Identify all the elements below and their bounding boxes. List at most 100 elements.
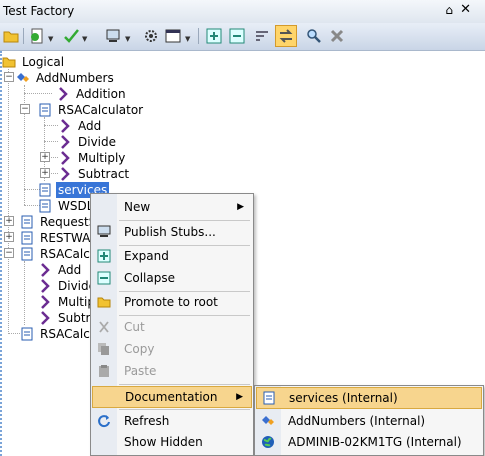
tree-node-rsacalculator[interactable]: RSACalculator [38,101,145,117]
tree-line [8,333,20,334]
operation-icon [41,262,50,277]
sort-icon[interactable] [253,27,271,45]
menu-item-label: New [124,200,151,214]
check-icon[interactable] [62,27,80,45]
tree-node-label: Add [58,262,82,277]
copy-icon [98,343,109,355]
document-icon [21,231,33,244]
tree-node-rsacalcu[interactable]: RSACalcu [20,325,99,341]
menu-item-documentation[interactable]: Documentation ▶ [92,386,252,408]
tree-node-label: Addition [76,86,126,101]
folder-icon [97,297,111,308]
tree-node-divide[interactable]: Divide [38,277,98,293]
collapse-icon [97,271,111,285]
menu-item-label: Show Hidden [124,435,203,449]
menu-separator [119,220,250,221]
expand-icon[interactable] [205,27,223,45]
menu-item-paste[interactable]: Paste [92,361,252,381]
document-icon [39,183,51,196]
expand-toggle[interactable]: + [40,152,50,162]
menu-item-label: ADMINIB-02KM1TG (Internal) [288,435,462,449]
folder-icon [2,57,16,67]
toolbar: ▼ ▼ ▼ ▼ [0,23,485,51]
tree-line [44,141,58,142]
paste-icon [99,365,109,377]
tree-node-restwa[interactable]: RESTWA [20,229,92,245]
menu-separator [119,409,250,410]
tree-node-divide[interactable]: Divide [58,133,118,149]
tree-node-subtract[interactable]: Subtract [58,165,131,181]
open-folder-icon[interactable] [2,27,20,45]
expand-toggle[interactable]: + [4,232,14,242]
tree-node-rsacalcu[interactable]: RSACalcu [20,245,99,261]
tree-node-addition[interactable]: Addition [56,85,128,101]
collapse-toggle[interactable]: − [20,104,30,114]
tree-node-wsdl[interactable]: WSDL [38,197,95,213]
menu-item-publish-stubs[interactable]: Publish Stubs... [92,222,252,242]
tree-node-add[interactable]: Add [58,117,103,133]
menu-item-collapse[interactable]: Collapse [92,268,252,288]
menu-item-label: Refresh [124,414,170,428]
tree-node-label: AddNumbers [36,70,114,85]
operation-icon [61,166,70,181]
operation-icon [59,86,68,101]
collapse-toggle[interactable]: − [4,72,14,82]
document-icon [21,327,33,340]
operation-icon [41,294,50,309]
tree-node-multiply[interactable]: Multiply [58,149,127,165]
sync-icon[interactable] [275,25,297,47]
document-icon [39,103,51,116]
search-icon[interactable] [305,27,323,45]
panel-title-bar: Test Factory ⌂ ✕ [0,0,485,24]
layout-icon[interactable] [164,27,182,45]
service-component-icon [262,416,274,425]
tree-node-request[interactable]: RequestS [20,213,98,229]
pin-icon[interactable]: ⌂ [445,3,453,17]
menu-item-label: Expand [124,249,169,263]
operation-icon [41,310,50,325]
menu-item-label: services (Internal) [289,391,398,405]
tree-node-label: Logical [22,54,65,69]
submenu-item-services[interactable]: services (Internal) [256,387,482,409]
tree-line [24,93,52,94]
menu-item-label: Promote to root [124,295,218,309]
menu-item-expand[interactable]: Expand [92,246,252,266]
tree-node-label: Add [78,118,102,133]
expand-toggle[interactable]: + [40,168,50,178]
monitor-icon[interactable] [104,27,122,45]
menu-item-cut[interactable]: Cut [92,317,252,337]
operation-icon [61,118,70,133]
document-icon [21,247,33,260]
menu-item-copy[interactable]: Copy [92,339,252,359]
collapse-icon[interactable] [228,27,246,45]
collapse-toggle[interactable]: − [4,248,14,258]
expand-icon [97,249,111,263]
service-component-icon [17,72,29,82]
tree-node-addnumbers[interactable]: AddNumbers [16,69,116,85]
submenu-item-host[interactable]: ADMINIB-02KM1TG (Internal) [256,432,482,452]
menu-item-promote[interactable]: Promote to root [92,292,252,312]
menu-separator [119,315,250,316]
tree-node-add[interactable]: Add [38,261,83,277]
panel-title: Test Factory [3,4,75,18]
clear-icon[interactable] [328,27,346,45]
chevron-down-icon[interactable]: ▼ [185,35,190,43]
chevron-right-icon: ▶ [237,202,244,212]
gear-icon[interactable] [142,27,160,45]
tree-node-multiply[interactable]: Multip [38,293,97,309]
new-document-icon[interactable] [28,27,46,45]
chevron-down-icon[interactable]: ▼ [125,35,130,43]
operation-icon [61,150,70,165]
menu-item-show-hidden[interactable]: Show Hidden [92,432,252,452]
menu-item-new[interactable]: New ▶ [92,197,252,217]
chevron-down-icon[interactable]: ▼ [48,35,53,43]
tree-node-logical[interactable]: Logical [2,53,66,69]
chevron-right-icon: ▶ [236,392,243,402]
close-icon[interactable]: ✕ [460,2,471,17]
chevron-down-icon[interactable]: ▼ [82,35,87,43]
document-icon [39,199,51,212]
expand-toggle[interactable]: + [4,216,14,226]
menu-item-refresh[interactable]: Refresh [92,411,252,431]
menu-item-label: Publish Stubs... [124,225,216,239]
submenu-item-addnumbers[interactable]: AddNumbers (Internal) [256,411,482,431]
